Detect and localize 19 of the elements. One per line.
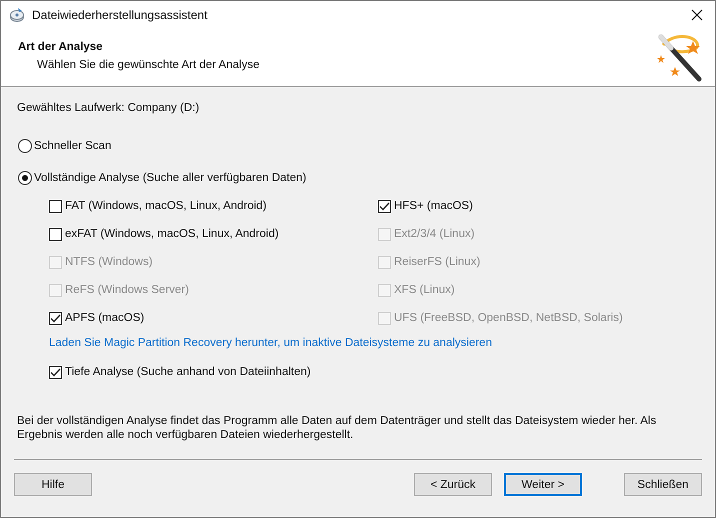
filesystem-checkbox[interactable]: exFAT (Windows, macOS, Linux, Android) <box>49 227 378 241</box>
description-text: Bei der vollständigen Analyse findet das Programm alle Daten auf dem Datenträger und stellt das Dateisystem wieder her. Als Ergebnis werden alle noch verfügbaren Dateien wiederhergestellt. <box>17 414 658 442</box>
selected-drive-label: Gewähltes Laufwerk: Company (D:) <box>17 102 200 114</box>
deep-analysis-checkbox[interactable]: Tiefe Analyse (Suche anhand von Dateiinhalten) <box>49 365 311 379</box>
scan-option-radio[interactable]: Vollständige Analyse (Suche aller verfügbaren Daten) <box>18 171 702 185</box>
dialog-button[interactable]: Schließen <box>624 473 702 496</box>
filesystem-checkbox[interactable]: APFS (macOS) <box>49 311 378 325</box>
page-subtitle: Wählen Sie die gewünschte Art der Analyse <box>36 59 260 71</box>
close-icon[interactable] <box>691 8 703 20</box>
filesystem-checkbox[interactable]: HFS+ (macOS) <box>378 199 702 213</box>
disk-icon <box>9 6 25 22</box>
dialog-button[interactable]: Hilfe <box>14 473 92 496</box>
dialog-button[interactable]: Weiter > <box>504 473 582 496</box>
filesystem-checkbox[interactable]: FAT (Windows, macOS, Linux, Android) <box>49 199 378 213</box>
download-link[interactable]: Laden Sie Magic Partition Recovery herunter, um inaktive Dateisysteme zu analysieren <box>49 337 492 349</box>
dialog-button[interactable]: < Zurück <box>414 473 492 496</box>
scan-option-radio[interactable]: Schneller Scan <box>18 139 702 153</box>
window-title: Dateiwiederherstellungsassistent <box>32 8 208 22</box>
page-title: Art der Analyse <box>18 41 104 53</box>
